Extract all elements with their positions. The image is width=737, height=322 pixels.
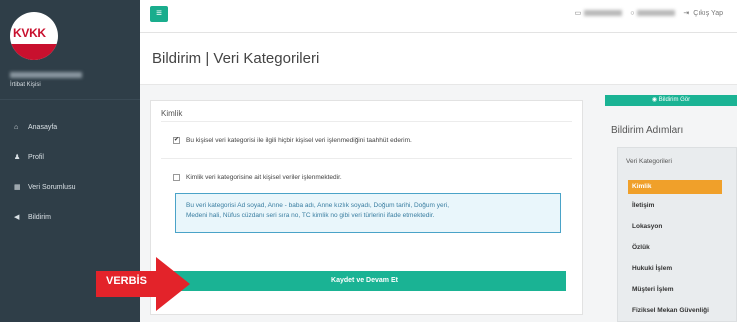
verbis-arrow-annotation: VERBİS — [96, 257, 190, 311]
topbar: ≡ ▭ ○ ⇥ Çıkış Yap — [140, 0, 737, 33]
verbis-label: VERBİS — [106, 275, 147, 287]
logo-red-band — [10, 44, 58, 60]
menu-toggle-button[interactable]: ≡ — [150, 6, 168, 22]
step-lokasyon[interactable]: Lokasyon — [628, 223, 722, 230]
sidebar-item-label: Anasayfa — [28, 123, 58, 131]
card-divider — [161, 121, 572, 122]
option-data-processed-checkbox[interactable] — [173, 174, 180, 181]
logout-link[interactable]: Çıkış Yap — [693, 10, 723, 17]
sidebar-item-label: Profil — [28, 153, 44, 161]
topbar-right: ▭ ○ ⇥ Çıkış Yap — [574, 9, 723, 18]
step-fiziksel-mekan[interactable]: Fiziksel Mekan Güvenliği — [628, 307, 722, 315]
clock-icon: ○ — [630, 9, 635, 17]
view-notification-button[interactable]: ◉ Bildirim Gör — [605, 95, 737, 106]
step-ozluk[interactable]: Özlük — [628, 244, 722, 251]
time-redacted — [637, 10, 676, 16]
save-continue-button[interactable]: Kaydet ve Devam Et — [163, 271, 566, 291]
sidebar-brand: KVKK İrtibat Kişisi — [0, 0, 140, 100]
user-name-redacted — [10, 72, 82, 78]
step-kimlik[interactable]: Kimlik — [628, 180, 722, 194]
document-icon: ▦ — [14, 184, 21, 191]
step-iletisim[interactable]: İletişim — [628, 202, 722, 209]
sidebar-nav: ⌂ Anasayfa ♟ Profil ▦ Veri Sorumlusu ◀ B… — [0, 112, 140, 232]
option-data-processed-label: Kimlik veri kategorisine ait kişisel ver… — [186, 174, 342, 181]
kvkk-logo[interactable]: KVKK — [10, 12, 58, 60]
home-icon: ⌂ — [14, 123, 19, 131]
sidebar-item-veri-sorumlusu[interactable]: ▦ Veri Sorumlusu — [0, 172, 140, 202]
sidebar-item-profil[interactable]: ♟ Profil — [0, 142, 140, 172]
info-line-1: Bu veri kategorisi Ad soyad, Anne - baba… — [186, 202, 450, 209]
option-no-data[interactable]: ✔ Bu kişisel veri kategorisi ile ilgili … — [173, 137, 412, 144]
sidebar-item-label: Bildirim — [28, 213, 51, 221]
user-role: İrtibat Kişisi — [10, 82, 41, 88]
steps-subtitle: Veri Kategorileri — [626, 158, 672, 165]
category-info-box: Bu veri kategorisi Ad soyad, Anne - baba… — [175, 193, 561, 233]
sidebar-item-bildirim[interactable]: ◀ Bildirim — [0, 202, 140, 232]
steps-panel: ◉ Bildirim Gör Bildirim Adımları Veri Ka… — [605, 95, 737, 322]
date-redacted — [584, 10, 623, 16]
option-data-processed[interactable]: Kimlik veri kategorisine ait kişisel ver… — [173, 174, 342, 181]
steps-box: Veri Kategorileri Kimlik İletişim Lokasy… — [617, 147, 737, 322]
step-musteri-islem[interactable]: Müşteri İşlem — [628, 286, 722, 293]
sidebar-item-anasayfa[interactable]: ⌂ Anasayfa — [0, 112, 140, 142]
option-no-data-checkbox[interactable]: ✔ — [173, 137, 180, 144]
info-line-2: Medeni hali, Nüfus cüzdanı seri sıra no,… — [186, 212, 435, 219]
card-header: Kimlik — [161, 109, 183, 118]
sidebar-item-label: Veri Sorumlusu — [28, 183, 76, 191]
megaphone-icon: ◀ — [14, 214, 20, 221]
step-hukuki-islem[interactable]: Hukuki İşlem — [628, 265, 722, 272]
logo-text: KVKK — [13, 26, 46, 40]
category-card: Kimlik ✔ Bu kişisel veri kategorisi ile … — [150, 100, 583, 315]
logout-icon: ⇥ — [683, 10, 690, 17]
page-title: Bildirim | Veri Kategorileri — [152, 50, 320, 67]
user-icon: ♟ — [14, 154, 21, 161]
calendar-icon: ▭ — [574, 10, 582, 17]
steps-title: Bildirim Adımları — [611, 125, 684, 136]
option-divider — [161, 158, 572, 159]
option-no-data-label: Bu kişisel veri kategorisi ile ilgili hi… — [186, 137, 412, 144]
